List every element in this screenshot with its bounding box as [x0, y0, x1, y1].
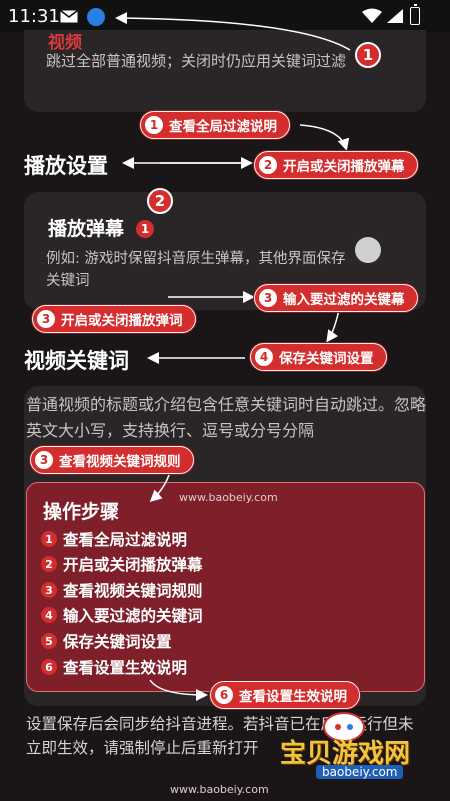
pill-number: 6	[215, 686, 233, 704]
pill-number: 3	[37, 310, 55, 328]
pill-label: 查看设置生效说明	[239, 689, 347, 705]
pill-label: 保存关键词设置	[279, 351, 374, 367]
pill-label: 查看视频关键词规则	[59, 454, 181, 470]
pill-number: 3	[35, 451, 53, 469]
annotation-inline-number: 1	[136, 220, 154, 238]
pill-number: 2	[259, 156, 277, 174]
bottom-watermark: www.baobeiy.com	[170, 783, 269, 796]
annotation-badge: 1	[355, 42, 381, 68]
annotation-input-keywords: 3 输入要过滤的关键幕	[254, 284, 418, 312]
pill-label: 开启或关闭播放弹词	[61, 313, 183, 329]
pill-label: 查看全局过滤说明	[169, 119, 277, 135]
annotation-toggle-danmaku: 2 开启或关闭播放弹幕	[254, 151, 418, 179]
annotation-badge: 2	[147, 188, 173, 214]
annotation-save-keywords: 4 保存关键词设置	[250, 343, 387, 371]
annotation-view-global-filter: 1 查看全局过滤说明	[140, 111, 290, 139]
pill-number: 4	[255, 348, 273, 366]
pill-number: 1	[145, 116, 163, 134]
annotation-view-keyword-rules: 3 查看视频关键词规则	[30, 446, 194, 474]
pill-label: 输入要过滤的关键幕	[283, 292, 405, 308]
pill-label: 开启或关闭播放弹幕	[283, 159, 405, 175]
annotation-toggle-danmaku-left: 3 开启或关闭播放弹词	[32, 305, 196, 333]
logo-subtext: baobeiy.com	[316, 765, 404, 779]
pill-number: 3	[259, 289, 277, 307]
